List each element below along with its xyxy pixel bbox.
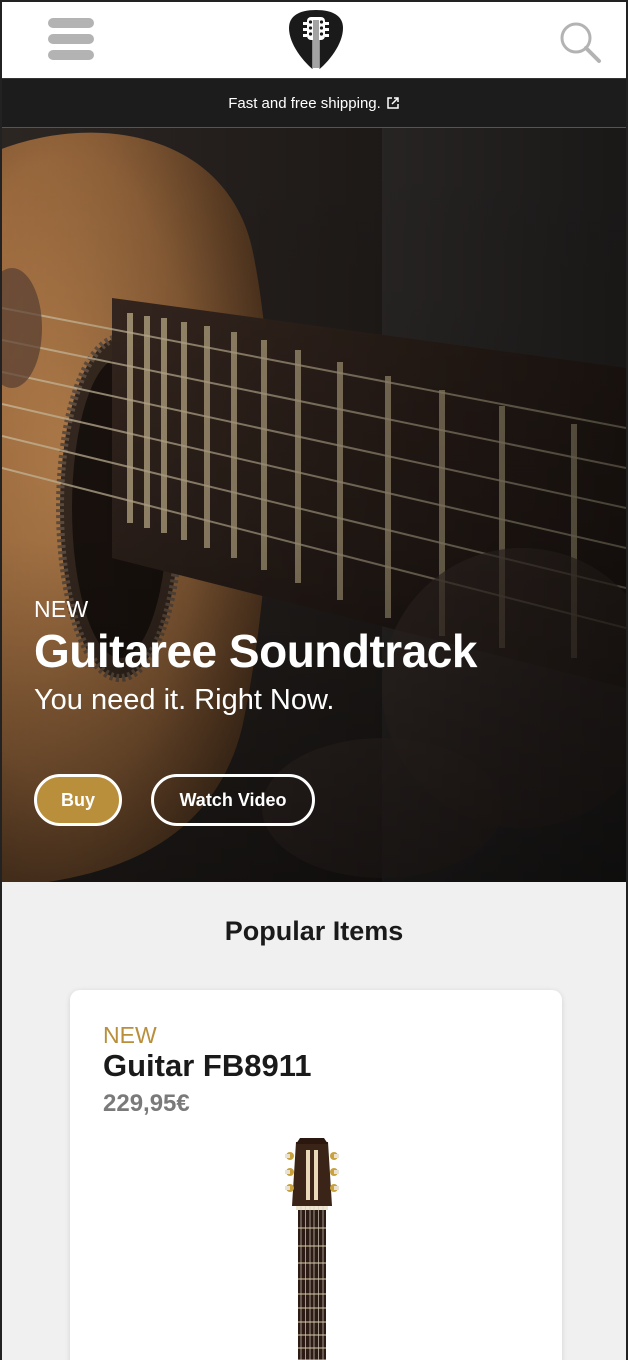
search-icon[interactable] bbox=[558, 20, 602, 64]
hero-banner: NEW Guitaree Soundtrack You need it. Rig… bbox=[2, 128, 626, 882]
product-new-tag: NEW bbox=[103, 1022, 157, 1048]
watch-video-button[interactable]: Watch Video bbox=[151, 774, 315, 826]
header bbox=[2, 2, 626, 78]
product-price: 229,95€ bbox=[103, 1090, 190, 1117]
external-link-icon bbox=[387, 97, 399, 109]
product-name: Guitar FB8911 bbox=[103, 1048, 312, 1083]
hero-title: Guitaree Soundtrack bbox=[34, 625, 477, 677]
product-card[interactable]: NEW Guitar FB8911 229,95€ bbox=[70, 990, 562, 1360]
popular-items-heading: Popular Items bbox=[224, 916, 404, 946]
hero-subtitle: You need it. Right Now. bbox=[34, 684, 335, 716]
shipping-banner-text: Fast and free shipping. bbox=[228, 94, 381, 112]
page: Fast and free shipping. NEW Guitaree Sou… bbox=[0, 0, 628, 1360]
shipping-banner-link[interactable]: Fast and free shipping. bbox=[2, 78, 626, 128]
hamburger-menu-icon[interactable] bbox=[48, 18, 96, 62]
guitar-pick-logo-icon[interactable] bbox=[287, 8, 345, 74]
product-guitar-image bbox=[285, 1138, 339, 1360]
buy-button[interactable]: Buy bbox=[34, 774, 122, 826]
hero-new-tag: NEW bbox=[34, 596, 89, 622]
hero-guitar-image bbox=[2, 128, 626, 882]
